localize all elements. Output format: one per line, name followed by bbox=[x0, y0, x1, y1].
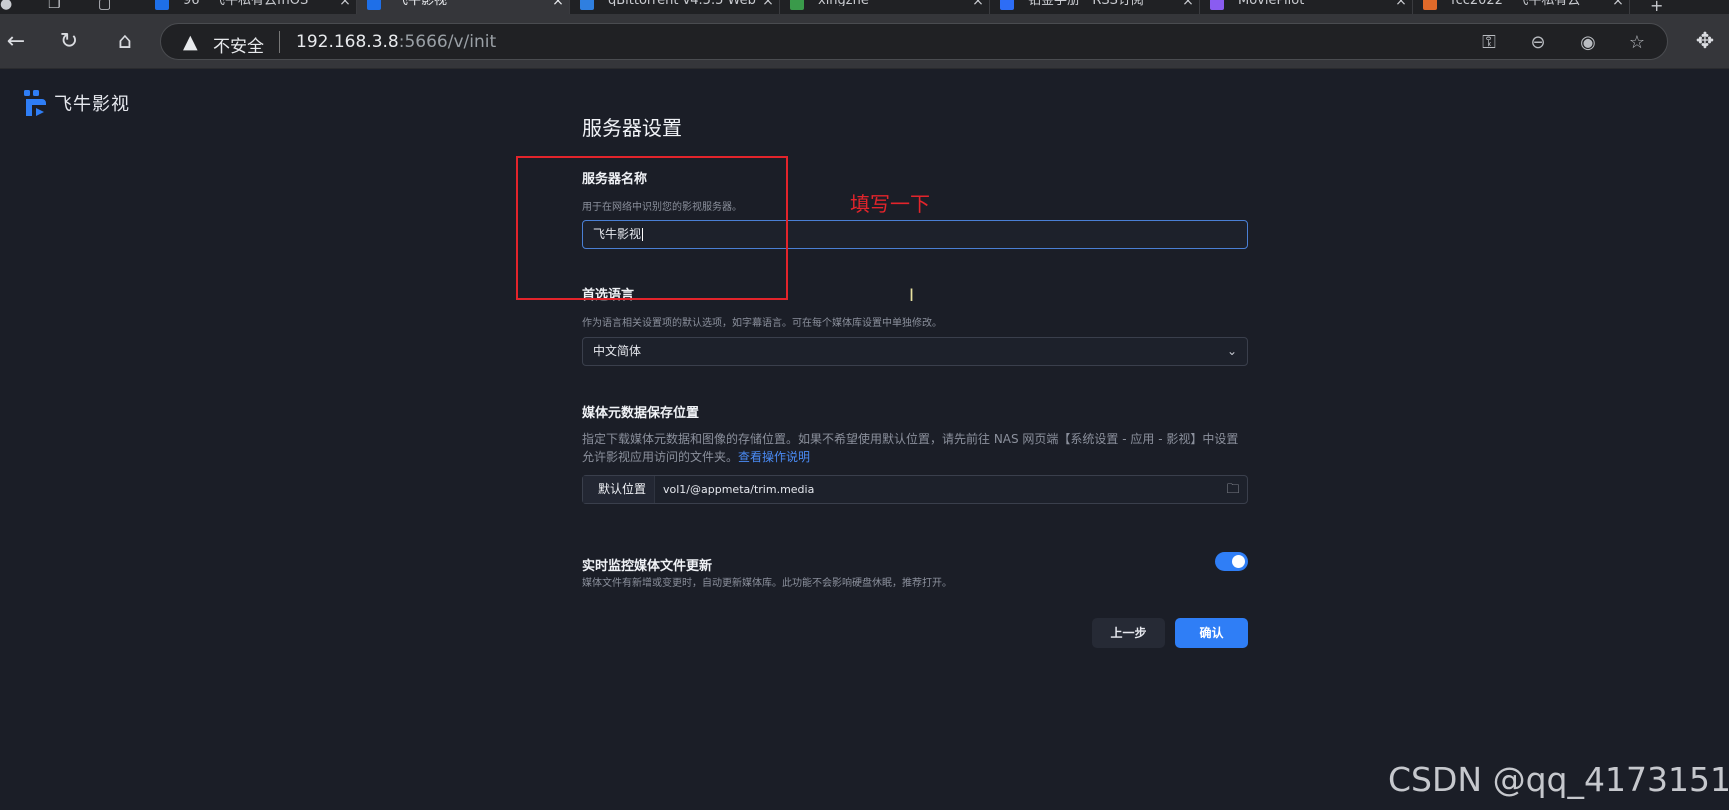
browser-tab[interactable]: 96 · 飞牛私有云fnOS× bbox=[145, 0, 357, 14]
warning-triangle-icon[interactable]: ▲ bbox=[183, 31, 205, 53]
puzzle-icon: ✥ bbox=[1695, 29, 1715, 54]
brand-name: 飞牛影视 bbox=[54, 94, 130, 115]
tab-title: qBittorrent v4.5.5 Web UI bbox=[608, 0, 757, 6]
tab-favicon-icon bbox=[580, 0, 594, 10]
tab-close-icon[interactable]: × bbox=[547, 0, 569, 8]
browser-tab[interactable]: qBittorrent v4.5.5 Web UI× bbox=[570, 0, 780, 14]
metadata-path: vol1/@appmeta/trim.media bbox=[663, 483, 815, 496]
reload-button[interactable]: ↻ bbox=[56, 29, 82, 55]
url-path: :5666/v/init bbox=[398, 32, 497, 52]
browser-toolbar: ← ↻ ⌂ ▲ 不安全 192.168.3.8:5666/v/init ⚿ ⊖ … bbox=[0, 14, 1729, 69]
toggle-knob bbox=[1232, 555, 1245, 568]
metadata-hint: 指定下载媒体元数据和图像的存储位置。如果不希望使用默认位置，请先前往 NAS 网… bbox=[582, 432, 1239, 464]
chevron-down-icon: ⌄ bbox=[1226, 344, 1237, 358]
zoom-out-icon[interactable]: ⊖ bbox=[1526, 31, 1550, 55]
home-icon: ⌂ bbox=[118, 29, 132, 54]
back-arrow-icon: ← bbox=[6, 29, 26, 54]
tab-title: 飞牛影视 bbox=[395, 0, 547, 6]
browser-tab[interactable]: fcc2022 · 飞牛私有云× bbox=[1413, 0, 1630, 14]
reload-icon: ↻ bbox=[59, 29, 79, 54]
monitor-label: 实时监控媒体文件更新 bbox=[582, 559, 713, 574]
tab-title: fcc2022 · 飞牛私有云 bbox=[1451, 0, 1607, 6]
address-bar[interactable]: ▲ 不安全 192.168.3.8:5666/v/init ⚿ ⊖ ◉ ☆ bbox=[160, 23, 1668, 60]
tab-close-icon[interactable]: × bbox=[1607, 0, 1629, 8]
previous-button[interactable]: 上一步 bbox=[1092, 618, 1165, 648]
security-status[interactable]: 不安全 bbox=[213, 32, 264, 57]
brand-logo-icon bbox=[22, 88, 48, 118]
ibeam-cursor-icon: I bbox=[909, 286, 915, 306]
tab-close-icon[interactable]: × bbox=[1390, 0, 1412, 8]
browser-tab[interactable]: xingzhe× bbox=[780, 0, 990, 14]
folder-icon[interactable]: 🗀 bbox=[1219, 476, 1247, 503]
tab-title: 96 · 飞牛私有云fnOS bbox=[183, 0, 334, 6]
url-host: 192.168.3.8 bbox=[296, 32, 399, 52]
edge-icon[interactable]: ◉ bbox=[1576, 31, 1600, 55]
key-icon[interactable]: ⚿ bbox=[1477, 31, 1501, 55]
tab-favicon-icon bbox=[1210, 0, 1224, 10]
new-tab-button[interactable]: + bbox=[1650, 0, 1663, 14]
tab-favicon-icon bbox=[367, 0, 381, 10]
tab-close-icon[interactable]: × bbox=[1177, 0, 1199, 8]
monitor-toggle[interactable] bbox=[1215, 552, 1248, 571]
watermark: CSDN @qq_41731516 bbox=[1388, 760, 1729, 799]
metadata-label: 媒体元数据保存位置 bbox=[582, 406, 700, 421]
brand: 飞牛影视 bbox=[22, 88, 130, 118]
tab-close-icon[interactable]: × bbox=[334, 0, 356, 8]
browser-tab[interactable]: MoviePilot× bbox=[1200, 0, 1413, 14]
tab-favicon-icon bbox=[790, 0, 804, 10]
tab-favicon-icon bbox=[155, 0, 169, 10]
tab-actions-icon[interactable]: ▢ bbox=[98, 0, 111, 12]
tab-title: MoviePilot bbox=[1238, 0, 1390, 6]
workspaces-icon[interactable]: ❐ bbox=[48, 0, 61, 12]
help-link[interactable]: 查看操作说明 bbox=[738, 450, 810, 464]
home-button[interactable]: ⌂ bbox=[112, 29, 138, 55]
annotation-box bbox=[516, 156, 788, 300]
profile-icon[interactable]: ● bbox=[0, 0, 12, 12]
language-selected-value: 中文简体 bbox=[593, 344, 642, 358]
default-location-tag: 默认位置 bbox=[583, 476, 656, 503]
address-separator bbox=[279, 31, 280, 53]
tab-favicon-icon bbox=[1000, 0, 1014, 10]
tab-strip: ● ❐ ▢ 96 · 飞牛私有云fnOS×飞牛影视×qBittorrent v4… bbox=[0, 0, 1729, 14]
tab-close-icon[interactable]: × bbox=[757, 0, 779, 8]
page-title: 服务器设置 bbox=[582, 116, 682, 140]
monitor-hint: 媒体文件有新增或变更时，自动更新媒体库。此功能不会影响硬盘休眠，推荐打开。 bbox=[582, 578, 952, 589]
metadata-path-field[interactable]: 默认位置 vol1/@appmeta/trim.media 🗀 bbox=[582, 475, 1248, 504]
url-text[interactable]: 192.168.3.8:5666/v/init bbox=[296, 32, 496, 52]
tab-title: 铂金手册 · RSS订阅 bbox=[1028, 0, 1177, 6]
tab-title: xingzhe bbox=[818, 0, 967, 6]
favorite-star-icon[interactable]: ☆ bbox=[1625, 31, 1649, 55]
tab-strip-corner: ● ❐ ▢ bbox=[0, 0, 130, 14]
annotation-note: 填写一下 bbox=[850, 192, 930, 216]
language-select[interactable]: 中文简体 ⌄ bbox=[582, 337, 1248, 366]
metadata-hint-block: 指定下载媒体元数据和图像的存储位置。如果不希望使用默认位置，请先前往 NAS 网… bbox=[582, 430, 1242, 466]
tab-close-icon[interactable]: × bbox=[967, 0, 989, 8]
confirm-button[interactable]: 确认 bbox=[1175, 618, 1248, 648]
browser-tab[interactable]: 飞牛影视× bbox=[357, 0, 570, 14]
language-hint: 作为语言相关设置项的默认选项，如字幕语言。可在每个媒体库设置中单独修改。 bbox=[582, 318, 942, 329]
tab-favicon-icon bbox=[1423, 0, 1437, 10]
back-button[interactable]: ← bbox=[3, 29, 29, 55]
browser-tab[interactable]: 铂金手册 · RSS订阅× bbox=[990, 0, 1200, 14]
extensions-button[interactable]: ✥ bbox=[1692, 29, 1718, 55]
